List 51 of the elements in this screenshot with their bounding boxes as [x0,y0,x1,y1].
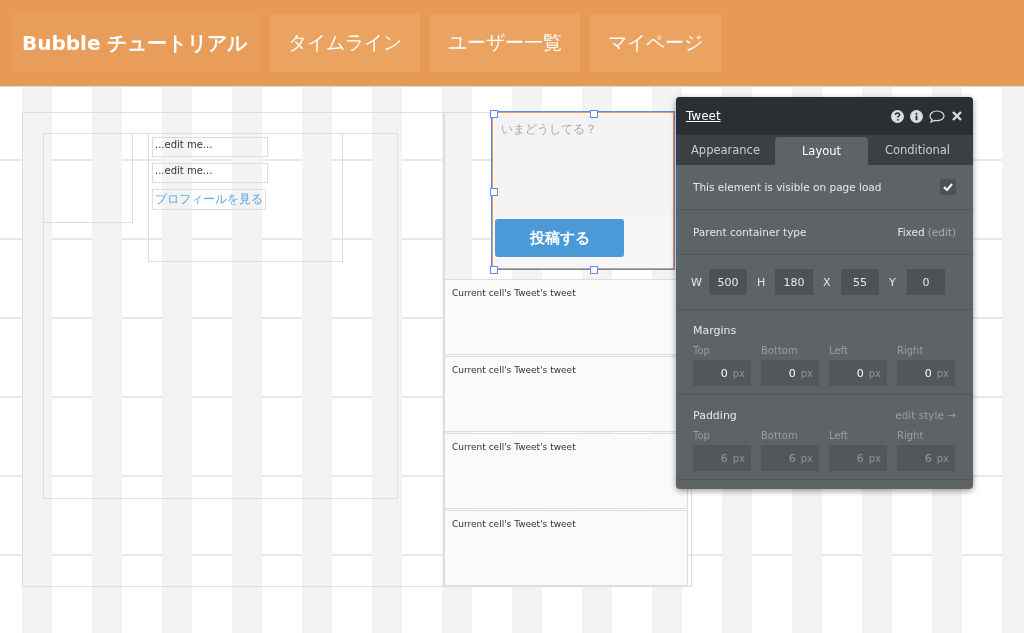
dimension-label: Y [889,275,897,289]
nav-link[interactable]: マイページ [589,14,721,72]
dimension-field[interactable]: 180 [775,269,813,295]
panel-title[interactable]: Tweet [686,109,891,123]
section-title: Margins [693,324,737,337]
help-icon[interactable] [891,109,904,123]
nav-link[interactable]: ユーザー一覧 [429,14,580,72]
nav-link[interactable]: タイムライン [269,14,420,72]
resize-handle[interactable] [490,188,498,196]
panel-tab[interactable]: Layout [775,137,868,165]
section-title: Padding [693,409,737,422]
field-label: Right [897,430,925,441]
parent-type-label: Parent container type [693,226,808,238]
visibility-label: This element is visible on page load [693,181,883,193]
number-field[interactable]: 0 px [761,360,819,386]
dimension-field[interactable]: 55 [841,269,879,295]
close-icon[interactable] [951,110,963,122]
dimension-label: H [757,275,765,289]
text-element: ...edit me... [152,163,268,183]
resize-handle[interactable] [590,110,598,118]
selected-group[interactable]: いまどうしてる？ 投稿する [492,112,674,269]
comment-icon[interactable] [929,109,945,123]
app-title[interactable]: Bubble チュートリアル [10,13,260,73]
resize-handle[interactable] [590,266,598,274]
post-button[interactable]: 投稿する [495,219,624,257]
field-label: Left [829,345,849,356]
visibility-checkbox[interactable] [940,179,956,195]
panel-tab[interactable]: Conditional [871,135,964,165]
checkmark-icon [943,183,953,191]
number-field[interactable]: 0 px [897,360,955,386]
profile-link[interactable]: プロフィールを見る [152,189,266,210]
panel-tab[interactable]: Appearance [679,135,772,165]
field-label: Left [829,430,849,441]
field-label: Top [693,430,711,441]
repeating-cell: Current cell's Tweet's tweet [444,510,688,586]
number-field[interactable]: 0 px [829,360,887,386]
repeating-cell: Current cell's Tweet's tweet [444,433,688,509]
field-label: Bottom [761,430,799,441]
dimension-label: X [823,275,831,289]
dimension-field[interactable]: 500 [709,269,747,295]
field-label: Right [897,345,925,356]
dimension-field[interactable]: 0 [907,269,945,295]
resize-handle[interactable] [490,110,498,118]
resize-handle[interactable] [490,266,498,274]
info-icon[interactable] [910,109,923,123]
edit-link[interactable]: (edit) [927,226,956,238]
number-field[interactable]: 0 px [693,360,751,386]
parent-type-value: Fixed [897,226,925,238]
field-label: Bottom [761,345,799,356]
field-label: Top [693,345,711,356]
text-element: ...edit me... [152,137,268,157]
